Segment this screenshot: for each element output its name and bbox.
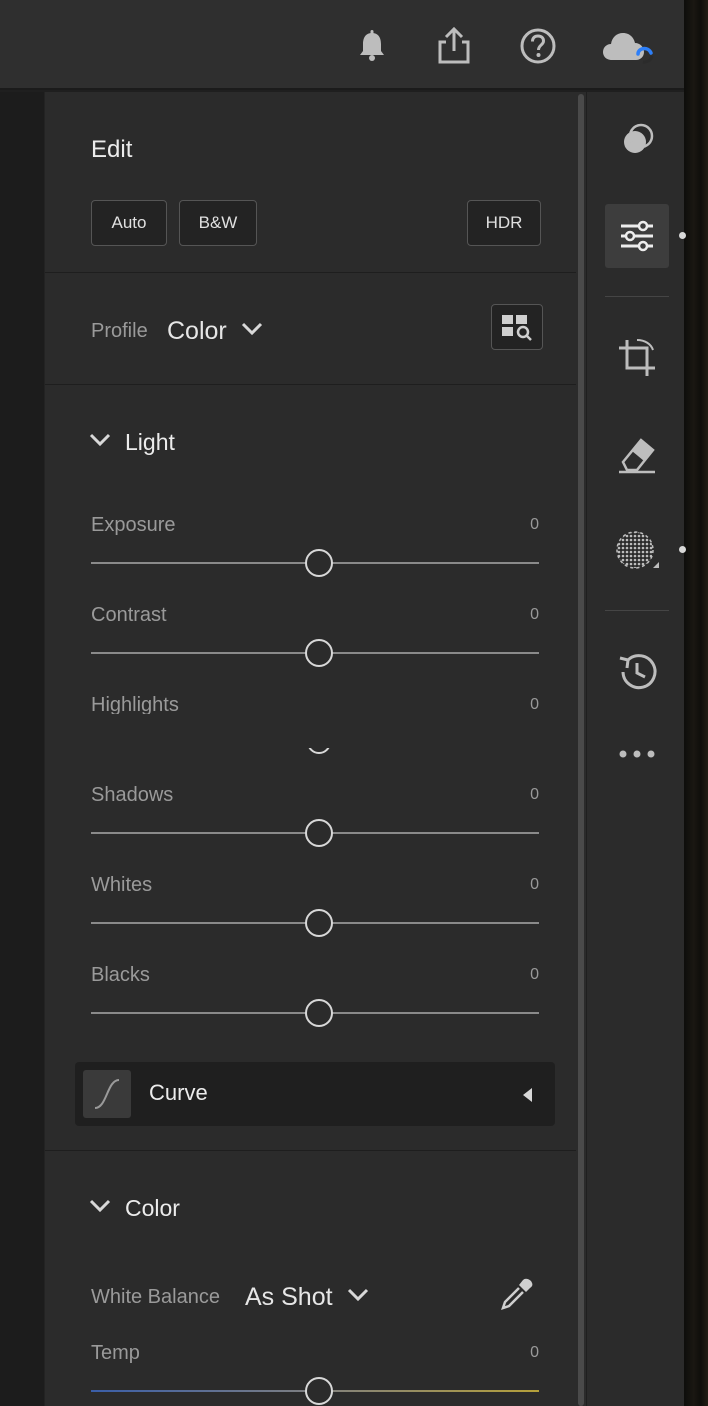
triangle-left-icon [523,1088,533,1107]
presets-icon[interactable] [605,108,669,172]
panel-title: Edit [91,136,133,163]
shadows-value[interactable]: 0 [499,786,539,804]
shadows-thumb[interactable] [305,819,333,847]
share-icon[interactable] [434,26,474,66]
profile-browser-button[interactable] [491,304,543,350]
light-title: Light [125,428,175,455]
top-toolbar [0,0,684,90]
canvas-edge [0,92,44,1406]
chevron-down-icon [89,433,111,452]
bell-icon[interactable] [352,26,392,66]
divider [45,1150,577,1151]
light-section-header[interactable]: Light [89,426,175,458]
white-balance-label: White Balance [91,1286,220,1308]
temp-label: Temp [91,1342,140,1364]
cloud-sync-icon[interactable] [600,26,660,66]
contrast-label: Contrast [91,604,167,626]
more-icon[interactable] [605,722,669,786]
auto-button[interactable]: Auto [91,200,167,246]
whites-label: Whites [91,874,153,896]
white-balance-dropdown[interactable]: As Shot [245,1280,369,1314]
grid-search-icon [502,315,532,346]
contrast-thumb[interactable] [305,639,333,667]
divider [45,384,577,385]
blacks-label: Blacks [91,964,150,986]
bw-button[interactable]: B&W [179,200,257,246]
divider [45,272,577,273]
highlights-label: Highlights [91,694,179,714]
blacks-thumb[interactable] [305,999,333,1027]
chevron-down-icon [241,322,263,341]
blacks-value[interactable]: 0 [499,966,539,984]
shadows-label: Shadows [91,784,174,806]
active-indicator-dot [679,546,686,553]
help-icon[interactable] [518,26,558,66]
white-balance-value: As Shot [245,1282,333,1311]
chevron-down-icon [347,1288,369,1307]
exposure-value[interactable]: 0 [499,516,539,534]
exposure-thumb[interactable] [305,549,333,577]
scrollbar-thumb[interactable] [578,94,584,1406]
profile-value: Color [167,316,227,345]
chevron-down-icon [89,1199,111,1218]
active-indicator-dot [679,232,686,239]
curve-icon [83,1070,131,1118]
eyedropper-icon[interactable] [497,1276,535,1319]
contrast-value[interactable]: 0 [499,606,539,624]
hdr-button[interactable]: HDR [467,200,541,246]
whites-value[interactable]: 0 [499,876,539,894]
edit-panel: Edit Auto B&W HDR Profile Color Light Ex… [44,92,577,1406]
rail-divider [605,296,669,297]
crop-icon[interactable] [605,326,669,390]
color-title: Color [125,1194,180,1221]
background-photo-edge [684,0,708,1406]
profile-dropdown[interactable]: Color [167,314,263,348]
history-icon[interactable] [605,640,669,704]
profile-label: Profile [91,320,148,342]
highlights-thumb-partial[interactable] [307,748,331,758]
curve-row[interactable]: Curve [75,1062,555,1126]
tool-rail [586,92,686,1406]
panel-scrollbar[interactable] [576,92,586,1406]
curve-label: Curve [149,1080,208,1105]
masking-icon[interactable] [605,518,669,582]
temp-thumb[interactable] [305,1377,333,1405]
temp-value[interactable]: 0 [499,1344,539,1362]
rail-divider [605,610,669,611]
healing-icon[interactable] [605,422,669,486]
edit-sliders-icon[interactable] [605,204,669,268]
exposure-label: Exposure [91,514,176,536]
highlights-value[interactable]: 0 [499,696,539,714]
whites-thumb[interactable] [305,909,333,937]
color-section-header[interactable]: Color [89,1192,180,1224]
